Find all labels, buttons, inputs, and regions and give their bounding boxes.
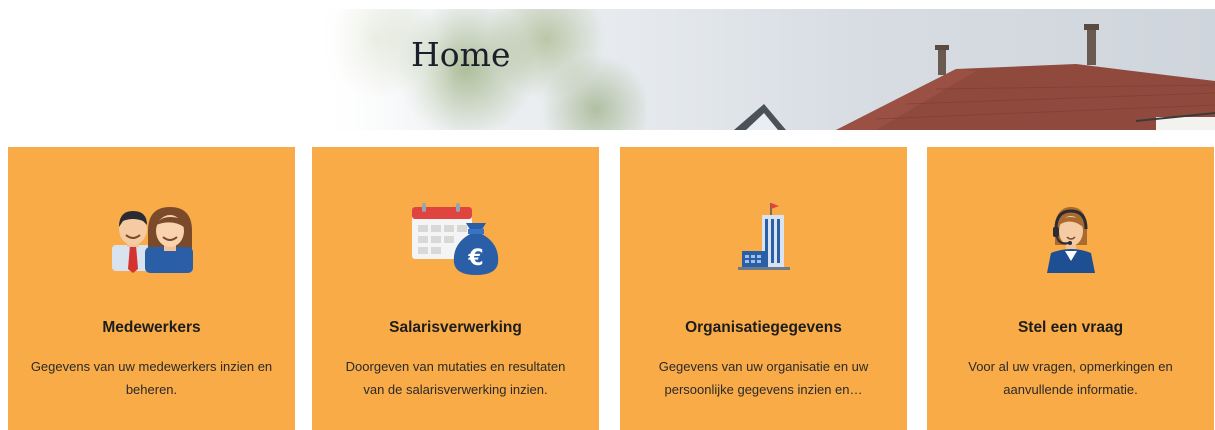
tile-title: Stel een vraag (1017, 319, 1124, 336)
employees-icon (111, 207, 193, 273)
tile-stel-een-vraag[interactable]: Stel een vraag Voor al uw vragen, opmerk… (927, 147, 1214, 430)
tile-description: Voor al uw vragen, opmerkingen en aanvul… (968, 359, 1173, 397)
tile-title: Organisatiegegevens (685, 319, 842, 336)
page-title: Home (411, 35, 511, 74)
tile-description: Gegevens van uw medewerkers inzien en be… (30, 359, 273, 397)
building-icon (737, 203, 790, 270)
tile-organisatiegegevens[interactable]: Organisatiegegevens Gegevens van uw orga… (620, 147, 907, 430)
support-agent-icon (1046, 207, 1095, 273)
payroll-icon: € (411, 203, 498, 275)
svg-text:€: € (467, 246, 483, 271)
tile-salarisverwerking[interactable]: € Salarisverwerking Doorgeven van mutati… (312, 147, 599, 430)
tile-description: Doorgeven van mutaties en resultaten van… (345, 359, 566, 397)
tile-medewerkers[interactable]: Medewerkers Gegevens van uw medewerkers … (8, 147, 295, 430)
tile-title: Salarisverwerking (389, 319, 522, 336)
page-banner: Home (316, 9, 1215, 130)
tile-description: Gegevens van uw organisatie en uw persoo… (658, 359, 869, 397)
tile-title: Medewerkers (102, 319, 201, 336)
